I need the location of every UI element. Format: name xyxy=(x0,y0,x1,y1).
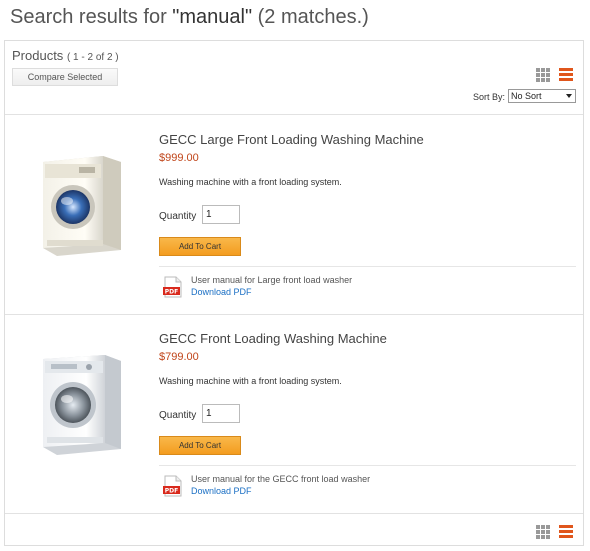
products-panel: Products ( 1 - 2 of 2 ) Compare Selected… xyxy=(4,40,584,546)
product-row: GECC Large Front Loading Washing Machine… xyxy=(5,116,583,315)
sort-selected-value: No Sort xyxy=(511,91,542,101)
product-image[interactable] xyxy=(33,152,129,262)
products-count: ( 1 - 2 of 2 ) xyxy=(66,52,119,63)
products-heading: Products ( 1 - 2 of 2 ) xyxy=(12,48,119,63)
list-view-icon[interactable] xyxy=(559,525,573,539)
download-pdf-link[interactable]: Download PDF xyxy=(191,287,252,297)
svg-text:PDF: PDF xyxy=(165,289,178,296)
list-view-icon[interactable] xyxy=(559,68,573,82)
product-name[interactable]: GECC Large Front Loading Washing Machine xyxy=(159,132,424,147)
quantity-input[interactable] xyxy=(202,205,240,224)
product-name[interactable]: GECC Front Loading Washing Machine xyxy=(159,331,387,346)
svg-text:PDF: PDF xyxy=(165,488,178,495)
products-heading-label: Products xyxy=(12,48,64,63)
product-price: $799.00 xyxy=(159,351,199,363)
document-description: User manual for the GECC front load wash… xyxy=(191,474,371,484)
download-pdf-link[interactable]: Download PDF xyxy=(191,486,252,496)
product-image[interactable] xyxy=(33,349,129,459)
quantity-input[interactable] xyxy=(202,404,240,423)
add-to-cart-button[interactable]: Add To Cart xyxy=(159,436,241,455)
product-description: Washing machine with a front loading sys… xyxy=(159,177,342,187)
sort-select[interactable]: No Sort xyxy=(508,89,576,103)
quantity-label: Quantity xyxy=(159,211,197,222)
divider xyxy=(159,465,576,466)
product-price: $999.00 xyxy=(159,152,199,164)
products-toolbar: Products ( 1 - 2 of 2 ) Compare Selected… xyxy=(5,41,583,115)
add-to-cart-button[interactable]: Add To Cart xyxy=(159,237,241,256)
grid-view-icon[interactable] xyxy=(536,525,550,539)
divider xyxy=(159,266,576,267)
grid-view-icon[interactable] xyxy=(536,68,550,82)
title-prefix: Search results for xyxy=(10,6,173,28)
chevron-down-icon xyxy=(566,94,572,98)
bottom-toolbar xyxy=(5,515,583,545)
product-description: Washing machine with a front loading sys… xyxy=(159,376,342,386)
sort-label: Sort By: xyxy=(473,92,506,102)
pdf-icon[interactable]: PDF xyxy=(162,276,184,298)
search-query: "manual" xyxy=(172,6,253,28)
pdf-icon[interactable]: PDF xyxy=(162,475,184,497)
page-title: Search results for "manual" (2 matches.) xyxy=(10,6,369,29)
quantity-label: Quantity xyxy=(159,410,197,421)
product-row: GECC Front Loading Washing Machine $799.… xyxy=(5,315,583,514)
document-description: User manual for Large front load washer xyxy=(191,275,353,285)
match-count: (2 matches.) xyxy=(252,6,369,28)
compare-selected-button[interactable]: Compare Selected xyxy=(12,68,118,86)
